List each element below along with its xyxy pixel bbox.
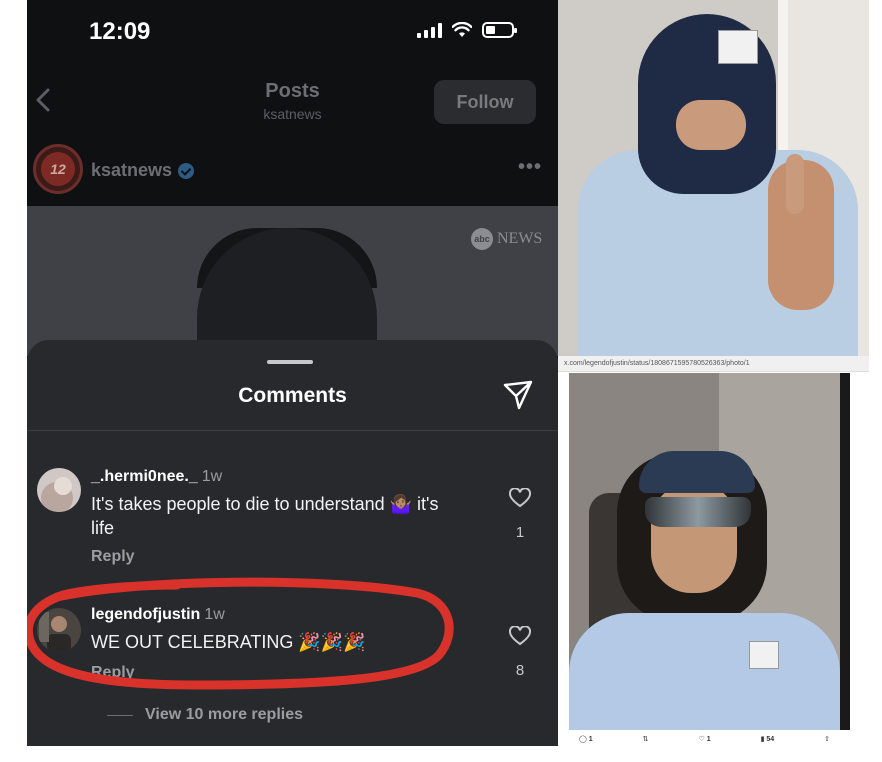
comment-age: 1w [204,606,225,623]
post-image: abc NEWS [27,206,558,356]
status-time: 12:09 [89,18,151,45]
network-watermark: abc NEWS [471,228,542,250]
view-more-replies[interactable]: View 10 more replies [107,706,303,724]
avatar[interactable] [37,468,81,512]
reply-icon[interactable]: ◯ 1 [579,735,593,743]
heart-icon[interactable]: ♡ 1 [698,735,710,743]
comment-text: WE OUT CELEBRATING 🎉🎉🎉 [91,632,366,652]
battery-icon [482,22,517,38]
abc-logo-icon: abc [471,228,493,250]
paper-plane-icon[interactable] [501,378,535,412]
watermark-text: NEWS [497,230,543,247]
instagram-screenshot: 12:09 Posts ksatnews Follow 12 ksatnews … [27,0,558,746]
photo-sunglasses [645,497,751,527]
status-bar: 12:09 [27,0,558,66]
replies-line [107,714,133,716]
reply-button[interactable]: Reply [91,548,135,566]
like-count: 8 [515,662,525,679]
photo-shirt [569,613,840,730]
verified-badge-icon [178,162,195,179]
sheet-divider [27,430,558,431]
wifi-icon [452,22,472,37]
like-count: 1 [515,524,525,541]
avatar[interactable]: 12 [33,144,83,194]
photo-bandana [639,451,755,493]
photo-beanie [558,0,869,356]
photo-van [569,373,840,730]
comments-title: Comments [238,384,347,407]
usps-logo-icon [718,30,758,64]
comments-sheet: Comments [27,340,558,746]
tweet-actions: ◯ 1 ⇅ ♡ 1 ▮ 54 ⇧ [569,730,840,748]
views-icon[interactable]: ▮ 54 [761,735,775,743]
status-icons [417,22,517,38]
share-icon[interactable]: ⇧ [824,735,830,743]
usps-logo-icon [749,641,779,669]
heart-icon[interactable] [509,626,531,646]
reply-button[interactable]: Reply [91,664,135,682]
avatar[interactable] [37,608,81,652]
sheet-grabber[interactable] [267,360,313,364]
comment-username[interactable]: _.hermi0nee._ [91,468,198,485]
comment-username-row[interactable]: _.hermi0nee._ 1w [91,468,222,486]
more-options-icon[interactable]: ••• [518,156,542,179]
comment-username-row[interactable]: legendofjustin 1w [91,606,225,624]
post-header: 12 ksatnews ••• [27,140,558,204]
cellular-signal-icon [417,22,442,38]
post-username-row[interactable]: ksatnews [91,160,195,181]
comment-username[interactable]: legendofjustin [91,606,200,623]
post-username[interactable]: ksatnews [91,160,172,181]
nav-bar: Posts ksatnews Follow [27,68,558,134]
photo-edge-strip [840,373,850,730]
comment-text: It's takes people to die to understand 🤷… [91,494,439,538]
retweet-icon[interactable]: ⇅ [643,735,649,743]
view-more-label[interactable]: View 10 more replies [145,706,303,724]
heart-icon[interactable] [509,488,531,508]
follow-button[interactable]: Follow [434,80,536,124]
photo-face [676,100,746,150]
comment-age: 1w [201,468,223,485]
photo-finger [786,154,804,214]
url-bar: x.com/legendofjustin/status/180867159578… [558,356,869,372]
